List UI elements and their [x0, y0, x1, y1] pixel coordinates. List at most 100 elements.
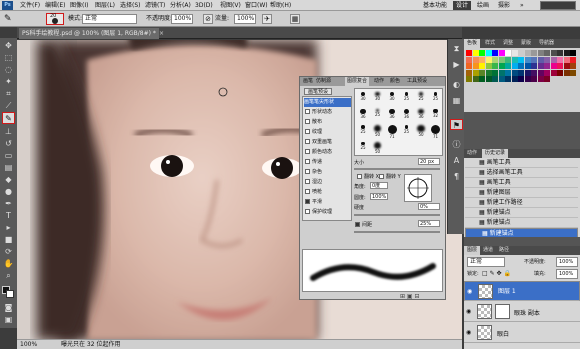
color-swatch[interactable] — [492, 63, 498, 69]
tab-brush[interactable]: 画笔 — [301, 77, 315, 86]
brush-tip[interactable]: 25 — [371, 107, 385, 123]
color-swatch[interactable] — [570, 50, 576, 56]
visibility-eye-icon[interactable]: ◉ — [467, 288, 474, 295]
menu-help[interactable]: 帮助(H) — [270, 1, 291, 10]
color-swatch[interactable] — [466, 56, 472, 63]
color-swatch[interactable] — [544, 63, 550, 69]
history-brush-tool-icon[interactable]: ↺ — [2, 138, 15, 150]
visibility-eye-icon[interactable]: ◉ — [466, 329, 473, 336]
info-panel-icon[interactable]: ⓘ — [450, 139, 463, 150]
color-swatch[interactable] — [524, 76, 531, 82]
lasso-tool-icon[interactable]: ◌ — [2, 64, 15, 76]
color-swatch[interactable] — [550, 63, 557, 69]
brush-tip[interactable]: 25 — [429, 90, 443, 106]
brush-tip[interactable]: 71 — [385, 123, 399, 139]
brush-tip[interactable]: 36 — [385, 107, 399, 123]
color-swatch[interactable] — [505, 50, 511, 56]
option-texture[interactable]: 纹理 — [304, 128, 351, 137]
color-swatch[interactable] — [472, 76, 479, 82]
tab-history[interactable]: 历史记录 — [482, 149, 509, 158]
brush-tip-grid[interactable]: 30 30 30 25 25 25 36 25 36 36 36 32 25 50 71 25 50 71 25 50 — [354, 88, 443, 156]
hardness-input[interactable]: 0% — [418, 203, 440, 210]
color-swatch[interactable] — [550, 69, 557, 76]
color-swatch[interactable] — [570, 63, 576, 69]
color-swatch[interactable] — [570, 69, 576, 76]
flow-input[interactable]: 100% — [234, 14, 256, 24]
brush-tip[interactable]: 32 — [429, 107, 443, 123]
color-swatch[interactable] — [544, 76, 550, 82]
tablet-pressure-icon[interactable]: ⊘ — [203, 14, 213, 24]
color-swatch[interactable] — [492, 56, 498, 63]
menu-filter[interactable]: 滤镜(T) — [145, 1, 165, 10]
color-swatch[interactable] — [479, 76, 485, 82]
color-swatch[interactable] — [537, 56, 544, 63]
history-item[interactable]: ▦ 新建图层 — [465, 188, 578, 198]
color-swatch[interactable] — [498, 56, 505, 63]
color-swatch[interactable] — [511, 56, 518, 63]
tab-navigator[interactable]: 导航器 — [536, 39, 557, 48]
search-field[interactable] — [540, 1, 576, 10]
lock-icons[interactable]: □ ✎ ✥ 🔒 — [482, 270, 511, 278]
color-swatch[interactable] — [544, 69, 550, 76]
history-item[interactable]: ▦ 选择画笔工具 — [465, 168, 578, 178]
angle-roundness-widget[interactable] — [404, 174, 432, 202]
quick-mask-icon[interactable]: ◙ — [2, 302, 15, 314]
menu-select[interactable]: 选择(S) — [120, 1, 141, 10]
type-tool-icon[interactable]: T — [2, 210, 15, 222]
swatch-grid[interactable] — [466, 50, 578, 110]
color-swatch[interactable] — [550, 50, 557, 56]
brush-tool-icon[interactable]: ✎ — [2, 112, 15, 124]
color-swatch[interactable] — [537, 63, 544, 69]
layer-row-eye-white[interactable]: ◉ 眼白 — [464, 323, 580, 343]
screen-mode-icon[interactable]: ▣ — [2, 314, 15, 326]
spacing-input[interactable]: 25% — [418, 220, 440, 227]
layer-row-eyeball-copy[interactable]: ◉ 眼珠 副本 — [464, 302, 580, 322]
color-swatch[interactable] — [472, 63, 479, 69]
color-swatch[interactable] — [563, 56, 570, 63]
color-swatch[interactable] — [505, 56, 511, 63]
tab-actions[interactable]: 动作 — [464, 149, 480, 158]
color-swatch[interactable] — [531, 50, 537, 56]
workspace-painting[interactable]: 绘画 — [474, 1, 492, 10]
color-swatch[interactable] — [563, 69, 570, 76]
color-swatch[interactable] — [550, 56, 557, 63]
workspace-essentials[interactable]: 基本功能 — [420, 1, 450, 10]
menu-window[interactable]: 窗口(W) — [245, 1, 268, 10]
color-swatch[interactable] — [466, 76, 472, 82]
color-swatch[interactable] — [524, 69, 531, 76]
color-swatch[interactable] — [570, 56, 576, 63]
option-wet-edges[interactable]: 湿边 — [304, 178, 351, 187]
tab-tool-presets[interactable]: 工具预设 — [405, 77, 429, 86]
option-transfer[interactable]: 传递 — [304, 158, 351, 167]
menu-analysis[interactable]: 分析(A) — [170, 1, 191, 10]
tab-clone-source[interactable]: 仿制源 — [314, 77, 333, 86]
color-swatch[interactable] — [563, 63, 570, 69]
mode-select[interactable]: 正常 — [82, 14, 137, 24]
flip-y-checkbox[interactable]: 翻转 Y — [378, 173, 401, 180]
menu-file[interactable]: 文件(F) — [20, 1, 40, 10]
color-swatch[interactable] — [466, 69, 472, 76]
quick-select-tool-icon[interactable]: ✦ — [2, 76, 15, 88]
crop-tool-icon[interactable]: ⌗ — [2, 88, 15, 100]
color-swatch[interactable] — [518, 69, 524, 76]
color-swatch[interactable] — [524, 50, 531, 56]
opacity-input[interactable]: 100% — [171, 14, 193, 24]
close-tab-icon[interactable]: × — [159, 30, 166, 37]
color-swatch[interactable] — [485, 69, 492, 76]
brush-tip[interactable]: 30 — [371, 90, 385, 106]
color-swatch[interactable] — [498, 69, 505, 76]
color-swatch[interactable] — [472, 56, 479, 63]
brush-tip[interactable]: 25 — [414, 90, 428, 106]
color-swatch[interactable] — [531, 63, 537, 69]
color-swatch[interactable] — [557, 69, 563, 76]
color-swatch[interactable] — [485, 50, 492, 56]
layer-opacity-input[interactable]: 100% — [556, 257, 578, 267]
clone-stamp-tool-icon[interactable]: ⊥ — [2, 126, 15, 138]
brush-tip[interactable]: 36 — [400, 107, 414, 123]
tab-layers[interactable]: 图层 — [464, 246, 481, 255]
3d-rotate-tool-icon[interactable]: ⟳ — [2, 246, 15, 258]
option-shape-dynamics[interactable]: 形状动态 — [304, 108, 351, 117]
color-swatch[interactable] — [537, 69, 544, 76]
color-swatch[interactable] — [563, 50, 570, 56]
color-swatch[interactable] — [479, 50, 485, 56]
